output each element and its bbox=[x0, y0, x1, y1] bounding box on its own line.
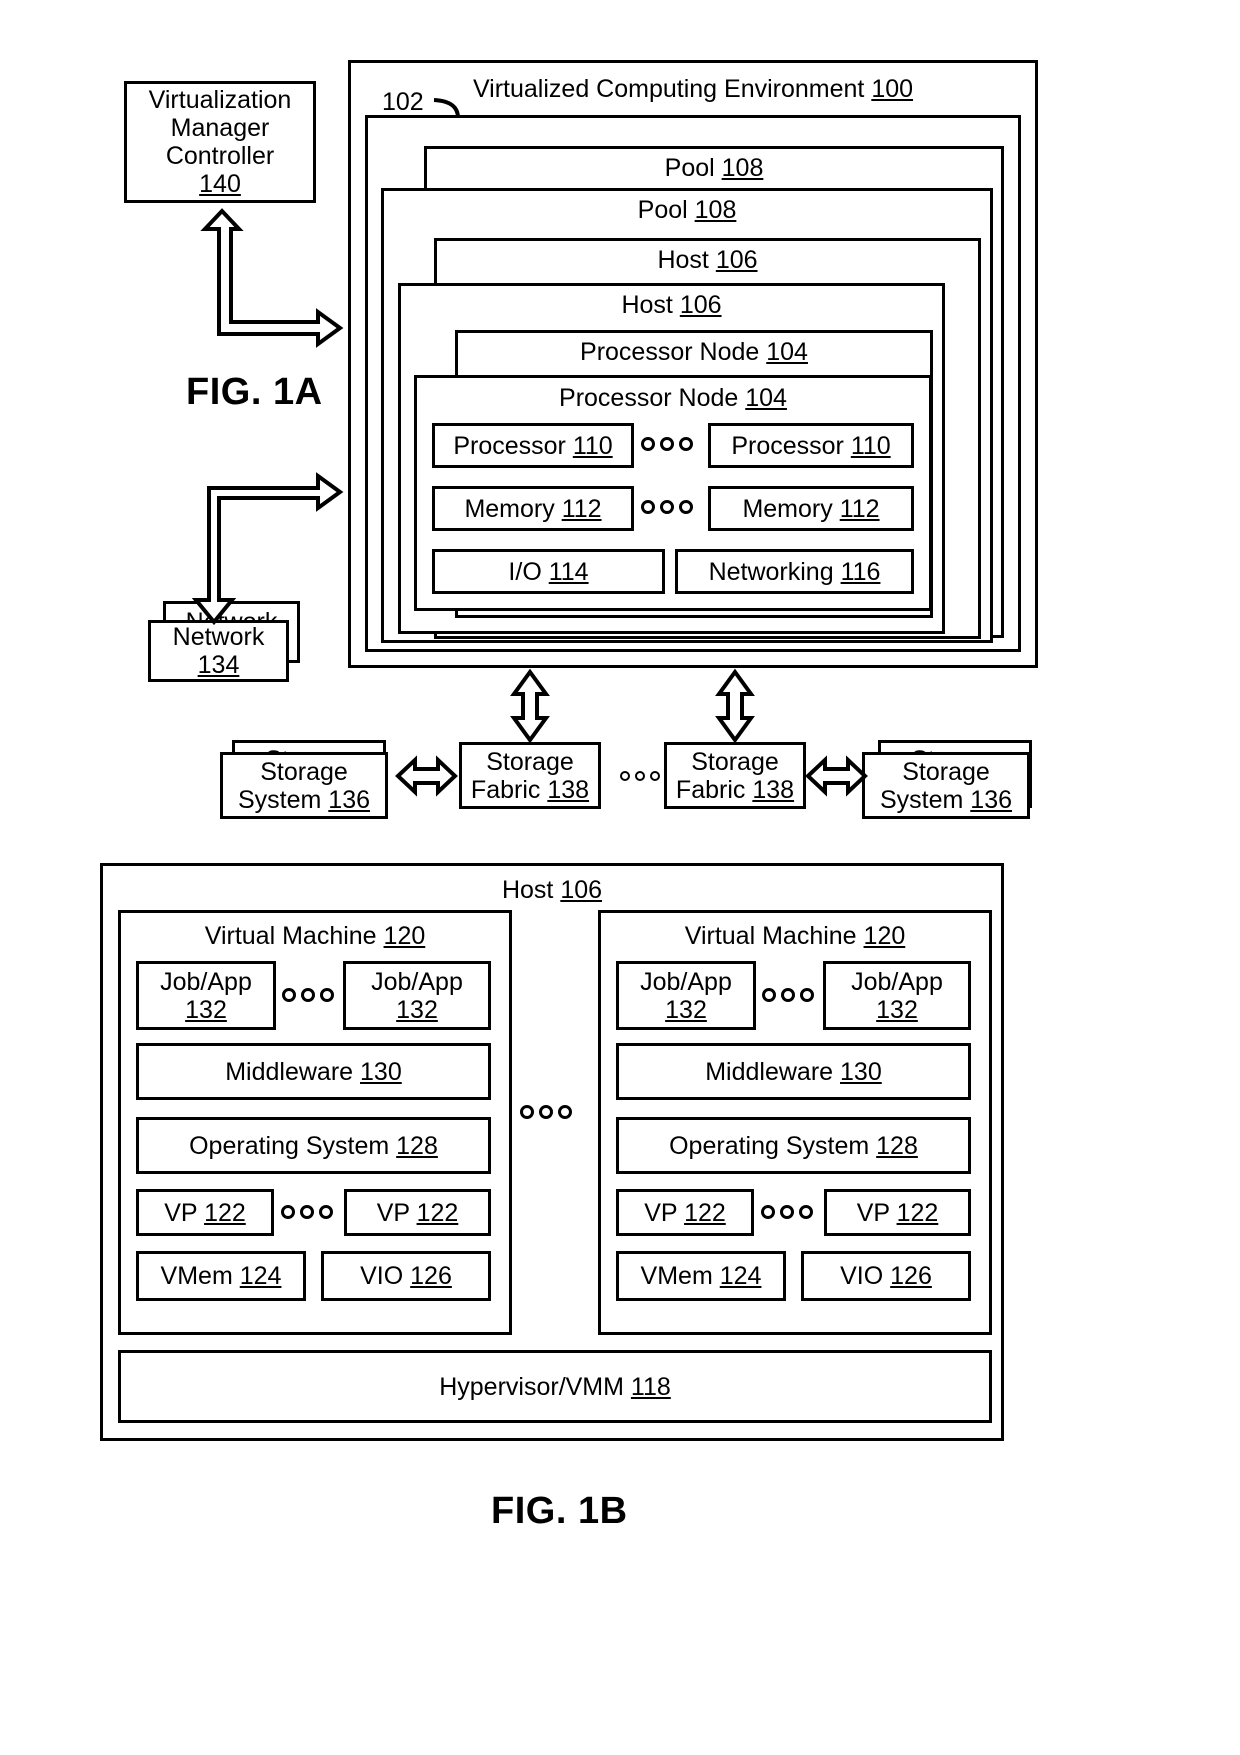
controller-bidirectional-arrow bbox=[200, 208, 344, 348]
connector-overlay bbox=[191, 98, 868, 797]
network-bidirectional-arrow bbox=[191, 472, 344, 626]
vertical-double-arrow-right bbox=[715, 668, 755, 744]
horizontal-double-arrow-right bbox=[805, 755, 868, 797]
patent-figure-page: Virtualization Manager Controller 140 FI… bbox=[0, 0, 1240, 1755]
horizontal-double-arrow-left bbox=[395, 755, 458, 797]
callout-102-leader bbox=[433, 98, 460, 119]
vertical-double-arrow-left bbox=[510, 668, 550, 744]
